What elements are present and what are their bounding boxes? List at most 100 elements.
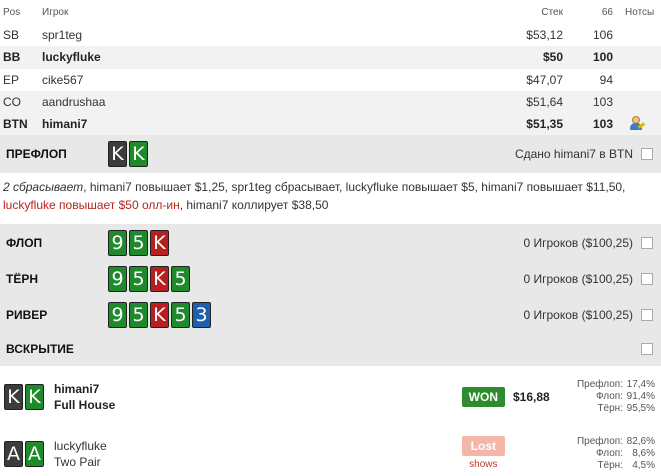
equity-list: Префлоп: 82,6% Флоп: 8,6% Тёрн: 4,5% — [565, 436, 661, 472]
street-label: ВСКРЫТИЕ — [6, 342, 74, 356]
card-k-spades: K — [4, 384, 23, 410]
dealt-text: Сдано himani7 в BTN — [514, 147, 633, 161]
header-pos: Pos — [3, 6, 21, 18]
card-k-spades: K — [108, 141, 127, 167]
equity-value: 95,5% — [626, 403, 655, 414]
street-flop: ФЛОП 95K 0 Игроков ($100,25) — [0, 225, 661, 261]
row-stack: $50 — [542, 50, 563, 65]
equity-list: Префлоп: 17,4% Флоп: 91,4% Тёрн: 95,5% — [565, 379, 661, 415]
table-header: Pos Игрок Стек 66 Нотсы — [0, 0, 661, 24]
row-pos: EP — [3, 72, 20, 87]
result-player[interactable]: himani7 — [54, 381, 462, 397]
dealt-info: Сдано himani7 в BTN — [515, 147, 661, 161]
pot-info: 0 Игроков ($100,25) — [523, 272, 634, 286]
result-row: KK himani7 Full House WON $16,88 Префлоп… — [0, 373, 661, 421]
card-9-clubs: 9 — [108, 230, 127, 256]
row-stack: $47,07 — [526, 72, 563, 87]
row-bb: 103 — [592, 95, 613, 110]
board-streets: ФЛОП 95K 0 Игроков ($100,25) ТЁРН 95K5 0… — [0, 224, 661, 366]
river-checkbox[interactable] — [641, 309, 653, 321]
street-label: ФЛОП — [6, 236, 43, 250]
table-row: BB luckyfluke $50 100 — [0, 46, 661, 69]
won-badge: WON — [461, 387, 505, 407]
row-player[interactable]: cike567 — [40, 73, 483, 87]
board-cards: 95K53 — [108, 302, 524, 328]
hole-cards: KK — [108, 141, 515, 167]
action-text: , himani7 повышает $1,25, spr1teg сбрасы… — [83, 180, 626, 194]
shows-label: shows — [469, 459, 498, 470]
card-5-clubs: 5 — [171, 302, 190, 328]
card-9-clubs: 9 — [108, 302, 127, 328]
equity-value: 82,6% — [626, 436, 655, 447]
row-player[interactable]: himani7 — [40, 117, 483, 131]
street-showdown: ВСКРЫТИЕ — [0, 333, 661, 365]
shown-cards: KK — [0, 384, 52, 410]
row-bb: 100 — [592, 50, 613, 65]
result-hand: Two Pair — [54, 455, 101, 469]
row-notes[interactable] — [613, 115, 661, 134]
card-9-clubs: 9 — [108, 266, 127, 292]
street-label: РИВЕР — [6, 308, 48, 322]
result-player[interactable]: luckyfluke — [54, 438, 462, 454]
row-pos: BB — [3, 50, 21, 65]
row-stack: $51,35 — [526, 117, 563, 132]
row-bb: 94 — [599, 72, 613, 87]
card-k-hearts: K — [150, 266, 169, 292]
equity-value: 8,6% — [632, 448, 655, 459]
row-pos: SB — [3, 28, 20, 43]
lost-badge: Lost — [461, 436, 505, 456]
user-note-icon[interactable] — [629, 115, 646, 131]
street-preflop: ПРЕФЛОП KK Сдано himani7 в BTN — [0, 135, 661, 173]
table-row: SB spr1teg $53,12 106 — [0, 24, 661, 46]
equity-label: Префлоп: — [576, 436, 623, 447]
row-stack: $53,12 — [526, 28, 563, 43]
turn-checkbox[interactable] — [641, 273, 653, 285]
preflop-checkbox[interactable] — [641, 148, 653, 160]
equity-label: Флоп: — [596, 391, 623, 402]
table-row: CO aandrushaa $51,64 103 — [0, 90, 661, 114]
card-k-hearts: K — [150, 230, 169, 256]
header-bb: 66 — [601, 6, 613, 18]
street-label: ПРЕФЛОП — [6, 147, 67, 161]
equity-label: Тёрн: — [597, 460, 623, 471]
header-notes: Нотсы — [625, 6, 655, 18]
equity-label: Тёрн: — [597, 403, 623, 414]
card-5-clubs: 5 — [129, 230, 148, 256]
table-row: EP cike567 $47,07 94 — [0, 69, 661, 91]
row-player[interactable]: spr1teg — [40, 28, 483, 42]
showdown-checkbox[interactable] — [641, 343, 653, 355]
row-pos: BTN — [3, 117, 28, 132]
card-5-clubs: 5 — [129, 266, 148, 292]
row-bb: 103 — [592, 117, 613, 132]
board-cards: 95K — [108, 230, 524, 256]
won-amount: $16,88 — [513, 390, 550, 404]
card-a-clubs: A — [25, 441, 44, 467]
result-row: AA luckyfluke Two Pair Lost shows Префло… — [0, 432, 661, 476]
equity-value: 17,4% — [626, 379, 655, 390]
street-label: ТЁРН — [6, 272, 39, 286]
flop-checkbox[interactable] — [641, 237, 653, 249]
equity-label: Флоп: — [596, 448, 623, 459]
equity-value: 4,5% — [632, 460, 655, 471]
action-text: 2 сбрасывает — [3, 180, 84, 194]
row-stack: $51,64 — [526, 95, 563, 110]
row-bb: 106 — [592, 28, 613, 43]
table-row: BTN himani7 $51,35 103 — [0, 113, 661, 136]
row-player[interactable]: aandrushaa — [40, 95, 483, 109]
card-k-clubs: K — [129, 141, 148, 167]
preflop-actions: 2 сбрасывает, himani7 повышает $1,25, sp… — [3, 178, 658, 214]
header-player: Игрок — [42, 6, 69, 18]
action-text-allin: luckyfluke повышает $50 олл-ин — [3, 198, 180, 212]
shown-cards: AA — [0, 441, 52, 467]
header-stack: Стек — [541, 6, 563, 18]
row-pos: CO — [3, 95, 21, 110]
card-5-clubs: 5 — [129, 302, 148, 328]
result-hand: Full House — [54, 398, 116, 412]
equity-label: Префлоп: — [576, 379, 623, 390]
row-player[interactable]: luckyfluke — [40, 50, 483, 64]
street-turn: ТЁРН 95K5 0 Игроков ($100,25) — [0, 261, 661, 297]
players-table: Pos Игрок Стек 66 Нотсы SB spr1teg $53,1… — [0, 0, 661, 136]
street-river: РИВЕР 95K53 0 Игроков ($100,25) — [0, 297, 661, 333]
pot-info: 0 Игроков ($100,25) — [523, 308, 634, 322]
card-k-hearts: K — [150, 302, 169, 328]
